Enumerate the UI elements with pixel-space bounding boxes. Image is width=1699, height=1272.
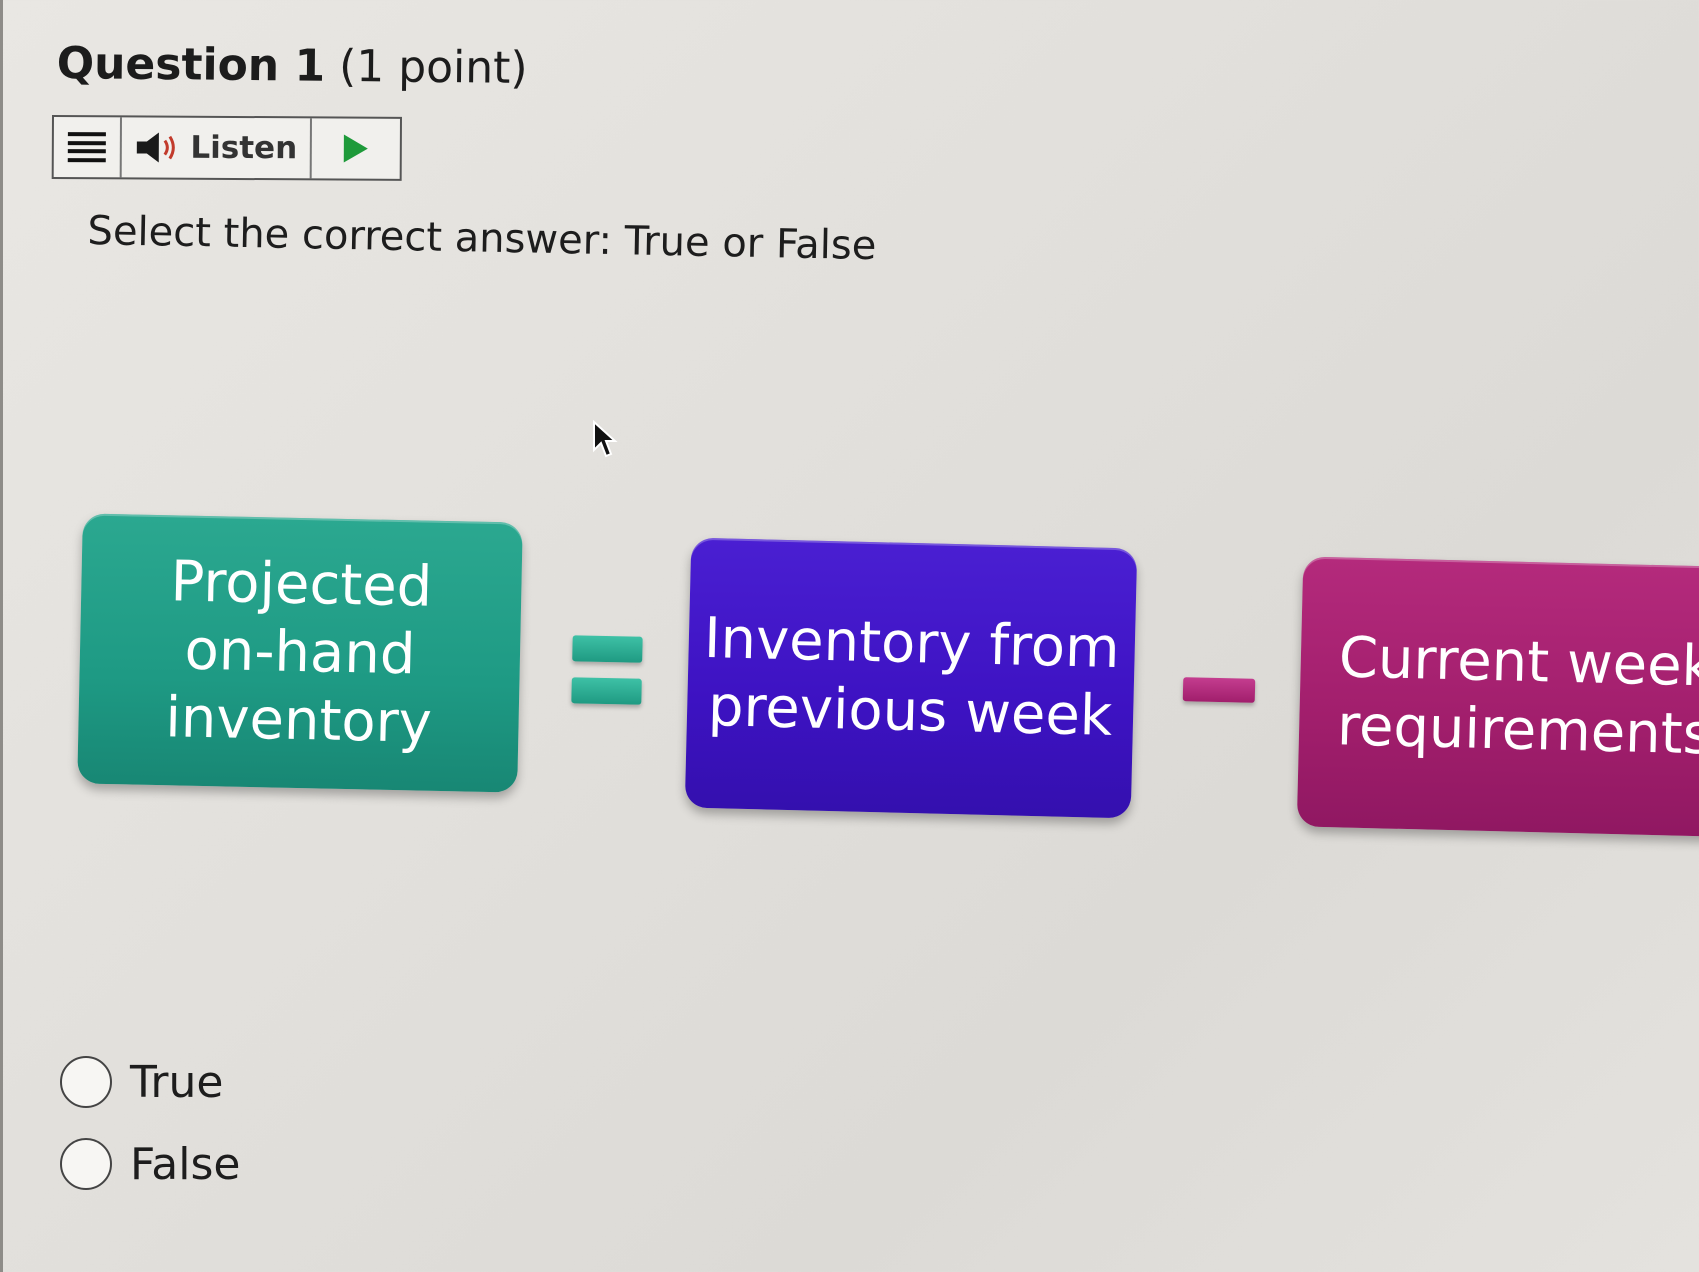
readspeaker-toolbar: Listen [51, 115, 402, 181]
equals-sign [571, 635, 643, 705]
inventory-from-previous-week-box: Inventory from previous week [684, 537, 1138, 819]
screen-edge [0, 0, 3, 1272]
option-false[interactable]: False [60, 1134, 240, 1194]
question-label: Question 1 [56, 38, 326, 92]
mouse-pointer-icon [593, 420, 618, 458]
inventory-from-previous-week-label: Inventory from previous week [703, 605, 1121, 749]
question-title: Question 1 (1 point) [56, 38, 527, 94]
answer-options: True False [60, 1052, 240, 1216]
projected-on-hand-inventory-label: Projected on-hand inventory [164, 548, 433, 756]
projected-on-hand-inventory-box: Projected on-hand inventory [77, 513, 523, 793]
current-week-requirements-box: Current week' requirements [1296, 556, 1699, 838]
option-true[interactable]: True [60, 1052, 240, 1112]
listen-button[interactable]: Listen [121, 117, 312, 179]
question-instruction: Select the correct answer: True or False [87, 208, 877, 270]
toolbar-menu-button[interactable] [53, 117, 122, 178]
minus-sign [1182, 677, 1256, 703]
hamburger-menu-icon [67, 132, 106, 163]
radio-true[interactable] [60, 1056, 112, 1108]
current-week-requirements-label: Current week' requirements [1336, 625, 1699, 768]
play-button[interactable] [312, 118, 400, 178]
option-false-label: False [130, 1138, 241, 1190]
play-icon [343, 134, 368, 163]
radio-false[interactable] [60, 1138, 112, 1190]
listen-label: Listen [190, 129, 298, 167]
option-true-label: True [130, 1056, 224, 1108]
question-points: (1 point) [338, 40, 528, 94]
speaker-icon [136, 132, 175, 163]
